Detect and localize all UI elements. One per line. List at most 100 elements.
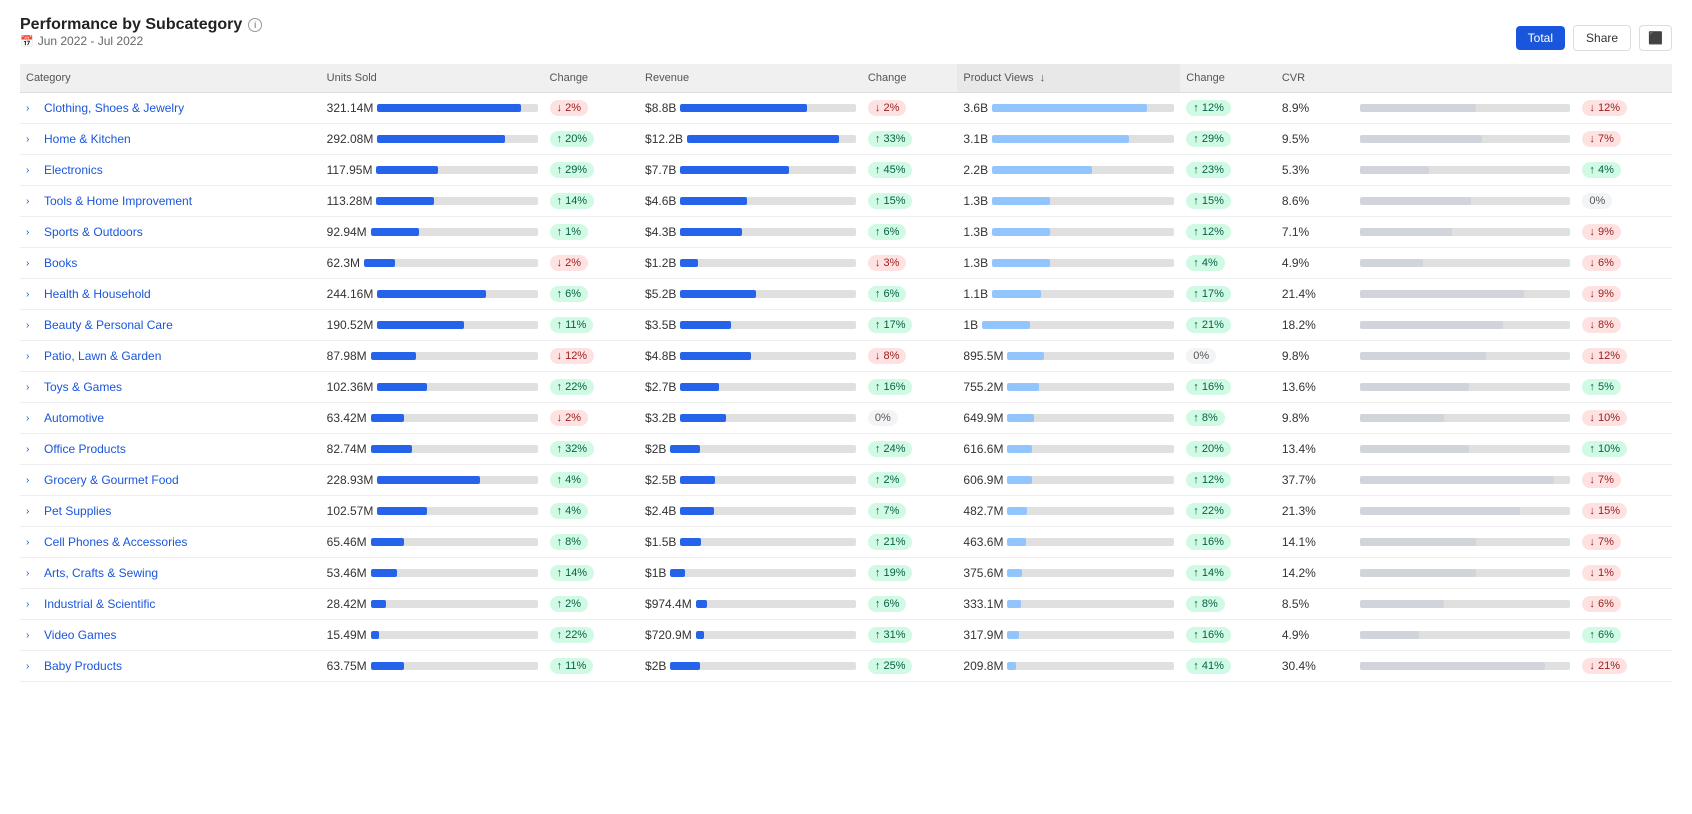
expand-button[interactable]: ›	[26, 444, 40, 455]
units-bar-bg	[377, 104, 537, 112]
table-row: › Industrial & Scientific 28.42M ↑ 2% $9…	[20, 589, 1672, 620]
category-link[interactable]: Industrial & Scientific	[44, 597, 155, 611]
cvr-bar-container	[1360, 135, 1571, 143]
expand-button[interactable]: ›	[26, 413, 40, 424]
cvr-bar-container	[1360, 414, 1571, 422]
expand-button[interactable]: ›	[26, 227, 40, 238]
product-views-cell: 482.7M	[957, 496, 1180, 527]
category-link[interactable]: Electronics	[44, 163, 103, 177]
expand-button[interactable]: ›	[26, 196, 40, 207]
col-revenue[interactable]: Revenue	[639, 64, 862, 93]
col-units-change[interactable]: Change	[544, 64, 640, 93]
expand-button[interactable]: ›	[26, 537, 40, 548]
category-link[interactable]: Clothing, Shoes & Jewelry	[44, 101, 184, 115]
pv-bar-fill	[992, 290, 1041, 298]
cvr-bar-cell	[1354, 651, 1577, 682]
category-link[interactable]: Tools & Home Improvement	[44, 194, 192, 208]
col-category[interactable]: Category	[20, 64, 321, 93]
expand-button[interactable]: ›	[26, 630, 40, 641]
cvr-value: 5.3%	[1282, 163, 1309, 177]
expand-button[interactable]: ›	[26, 103, 40, 114]
pv-bar-fill	[1007, 383, 1039, 391]
category-link[interactable]: Books	[44, 256, 77, 270]
category-cell: › Books	[20, 248, 321, 279]
category-link[interactable]: Health & Household	[44, 287, 151, 301]
expand-button[interactable]: ›	[26, 165, 40, 176]
category-link[interactable]: Patio, Lawn & Garden	[44, 349, 161, 363]
expand-button[interactable]: ›	[26, 568, 40, 579]
expand-button[interactable]: ›	[26, 351, 40, 362]
category-link[interactable]: Pet Supplies	[44, 504, 111, 518]
revenue-cell: $2B	[639, 434, 862, 465]
change-badge: ↓ 6%	[1582, 596, 1620, 612]
col-cvr[interactable]: CVR	[1276, 64, 1354, 93]
expand-button[interactable]: ›	[26, 320, 40, 331]
revenue-bar-container: $2.7B	[645, 380, 856, 394]
pv-bar-container: 209.8M	[963, 659, 1174, 673]
category-link[interactable]: Cell Phones & Accessories	[44, 535, 187, 549]
expand-button[interactable]: ›	[26, 599, 40, 610]
units-bar-container: 321.14M	[327, 101, 538, 115]
category-link[interactable]: Sports & Outdoors	[44, 225, 143, 239]
units-change-cell: ↑ 14%	[544, 558, 640, 589]
expand-button[interactable]: ›	[26, 289, 40, 300]
category-link[interactable]: Baby Products	[44, 659, 122, 673]
col-cvr-change[interactable]	[1576, 64, 1672, 93]
category-link[interactable]: Automotive	[44, 411, 104, 425]
category-cell: › Arts, Crafts & Sewing	[20, 558, 321, 589]
cvr-bar-bg	[1360, 104, 1571, 112]
pv-bar-container: 1.1B	[963, 287, 1174, 301]
expand-button[interactable]: ›	[26, 258, 40, 269]
revenue-bar-bg	[680, 538, 856, 546]
table-row: › Books 62.3M ↓ 2% $1.2B	[20, 248, 1672, 279]
share-button[interactable]: Share	[1573, 25, 1631, 51]
info-icon[interactable]: i	[248, 18, 262, 32]
category-link[interactable]: Toys & Games	[44, 380, 122, 394]
table-row: › Tools & Home Improvement 113.28M ↑ 14%…	[20, 186, 1672, 217]
cvr-bar-container	[1360, 600, 1571, 608]
units-bar-fill	[371, 414, 404, 422]
expand-button[interactable]: ›	[26, 134, 40, 145]
category-link[interactable]: Arts, Crafts & Sewing	[44, 566, 158, 580]
cvr-change-cell: ↓ 7%	[1576, 124, 1672, 155]
change-badge: ↑ 6%	[550, 286, 588, 302]
units-bar-bg	[376, 197, 537, 205]
cvr-bar-cell	[1354, 155, 1577, 186]
total-button[interactable]: Total	[1516, 26, 1565, 50]
category-link[interactable]: Office Products	[44, 442, 126, 456]
export-button[interactable]: ⬛	[1639, 25, 1672, 51]
col-product-views[interactable]: Product Views ↓	[957, 64, 1180, 93]
units-sold-cell: 63.75M	[321, 651, 544, 682]
pv-bar-container: 333.1M	[963, 597, 1174, 611]
expand-button[interactable]: ›	[26, 382, 40, 393]
cvr-change-cell: ↓ 9%	[1576, 279, 1672, 310]
expand-button[interactable]: ›	[26, 661, 40, 672]
pv-bar-container: 463.6M	[963, 535, 1174, 549]
expand-button[interactable]: ›	[26, 506, 40, 517]
cvr-bar-cell	[1354, 248, 1577, 279]
units-bar-bg	[371, 228, 538, 236]
change-badge: ↑ 12%	[1186, 100, 1231, 116]
cvr-bar-bg	[1360, 631, 1571, 639]
category-link[interactable]: Video Games	[44, 628, 117, 642]
revenue-value: $4.8B	[645, 349, 676, 363]
col-revenue-change[interactable]: Change	[862, 64, 958, 93]
table-row: › Cell Phones & Accessories 65.46M ↑ 8% …	[20, 527, 1672, 558]
change-badge: 0%	[1186, 348, 1216, 364]
pv-bar-fill	[992, 166, 1092, 174]
category-link[interactable]: Home & Kitchen	[44, 132, 131, 146]
units-bar-container: 63.42M	[327, 411, 538, 425]
change-badge: ↓ 7%	[1582, 534, 1620, 550]
table-row: › Pet Supplies 102.57M ↑ 4% $2.4B	[20, 496, 1672, 527]
change-badge: ↑ 20%	[1186, 441, 1231, 457]
units-bar-container: 102.36M	[327, 380, 538, 394]
category-link[interactable]: Grocery & Gourmet Food	[44, 473, 179, 487]
cvr-cell: 18.2%	[1276, 310, 1354, 341]
col-pv-change[interactable]: Change	[1180, 64, 1276, 93]
col-units-sold[interactable]: Units Sold	[321, 64, 544, 93]
category-link[interactable]: Beauty & Personal Care	[44, 318, 173, 332]
units-bar-bg	[377, 290, 537, 298]
units-sold-value: 228.93M	[327, 473, 374, 487]
expand-button[interactable]: ›	[26, 475, 40, 486]
units-bar-container: 82.74M	[327, 442, 538, 456]
